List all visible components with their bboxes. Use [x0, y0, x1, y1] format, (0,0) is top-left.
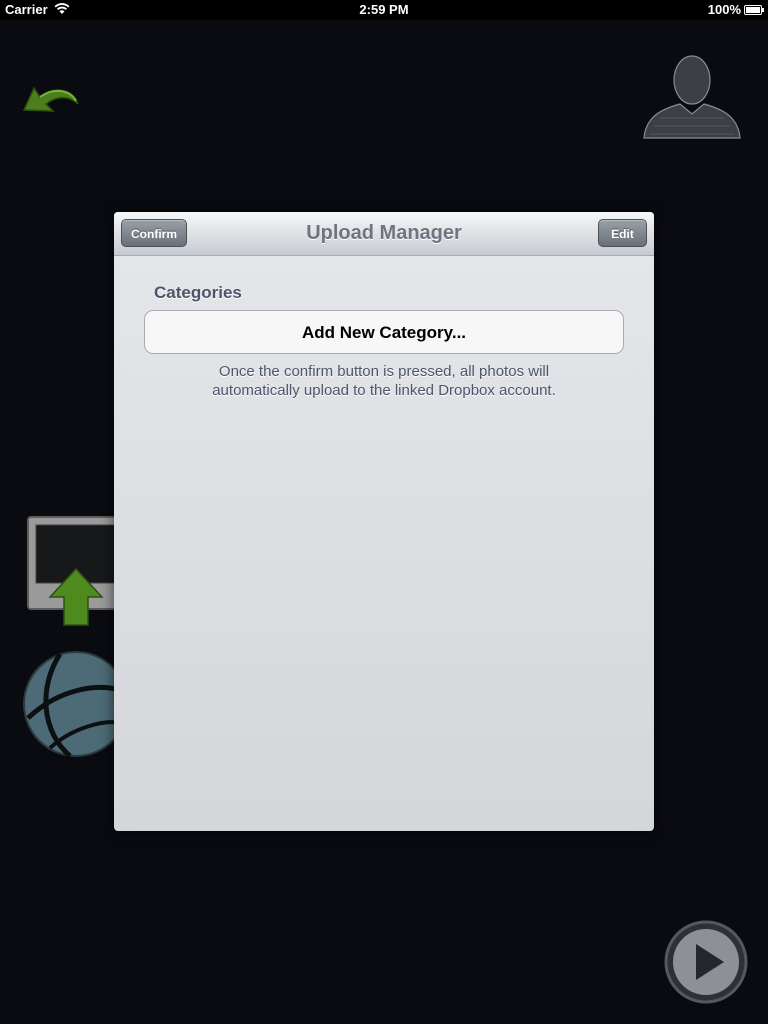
back-arrow-icon[interactable] [20, 80, 82, 118]
battery-icon [744, 5, 764, 15]
categories-header: Categories [154, 283, 242, 302]
add-category-button[interactable]: Add New Category... [144, 310, 624, 354]
status-time: 2:59 PM [359, 2, 409, 17]
modal-title: Upload Manager [306, 222, 462, 244]
edit-button[interactable]: Edit [598, 219, 647, 247]
upload-screen-icon[interactable] [26, 515, 126, 629]
upload-manager-modal: Confirm Upload Manager Edit Categories A… [114, 212, 654, 831]
upload-footer-note: Once the confirm button is pressed, all … [212, 363, 556, 399]
battery-percent: 100% [707, 2, 741, 17]
modal-navbar: Confirm Upload Manager Edit [114, 212, 654, 256]
play-button[interactable] [664, 920, 748, 1004]
status-bar: Carrier 2:59 PM 100% [0, 0, 768, 20]
screen: Carrier 2:59 PM 100% Confirm Upload Mana… [0, 0, 768, 1024]
profile-icon[interactable] [640, 50, 744, 142]
